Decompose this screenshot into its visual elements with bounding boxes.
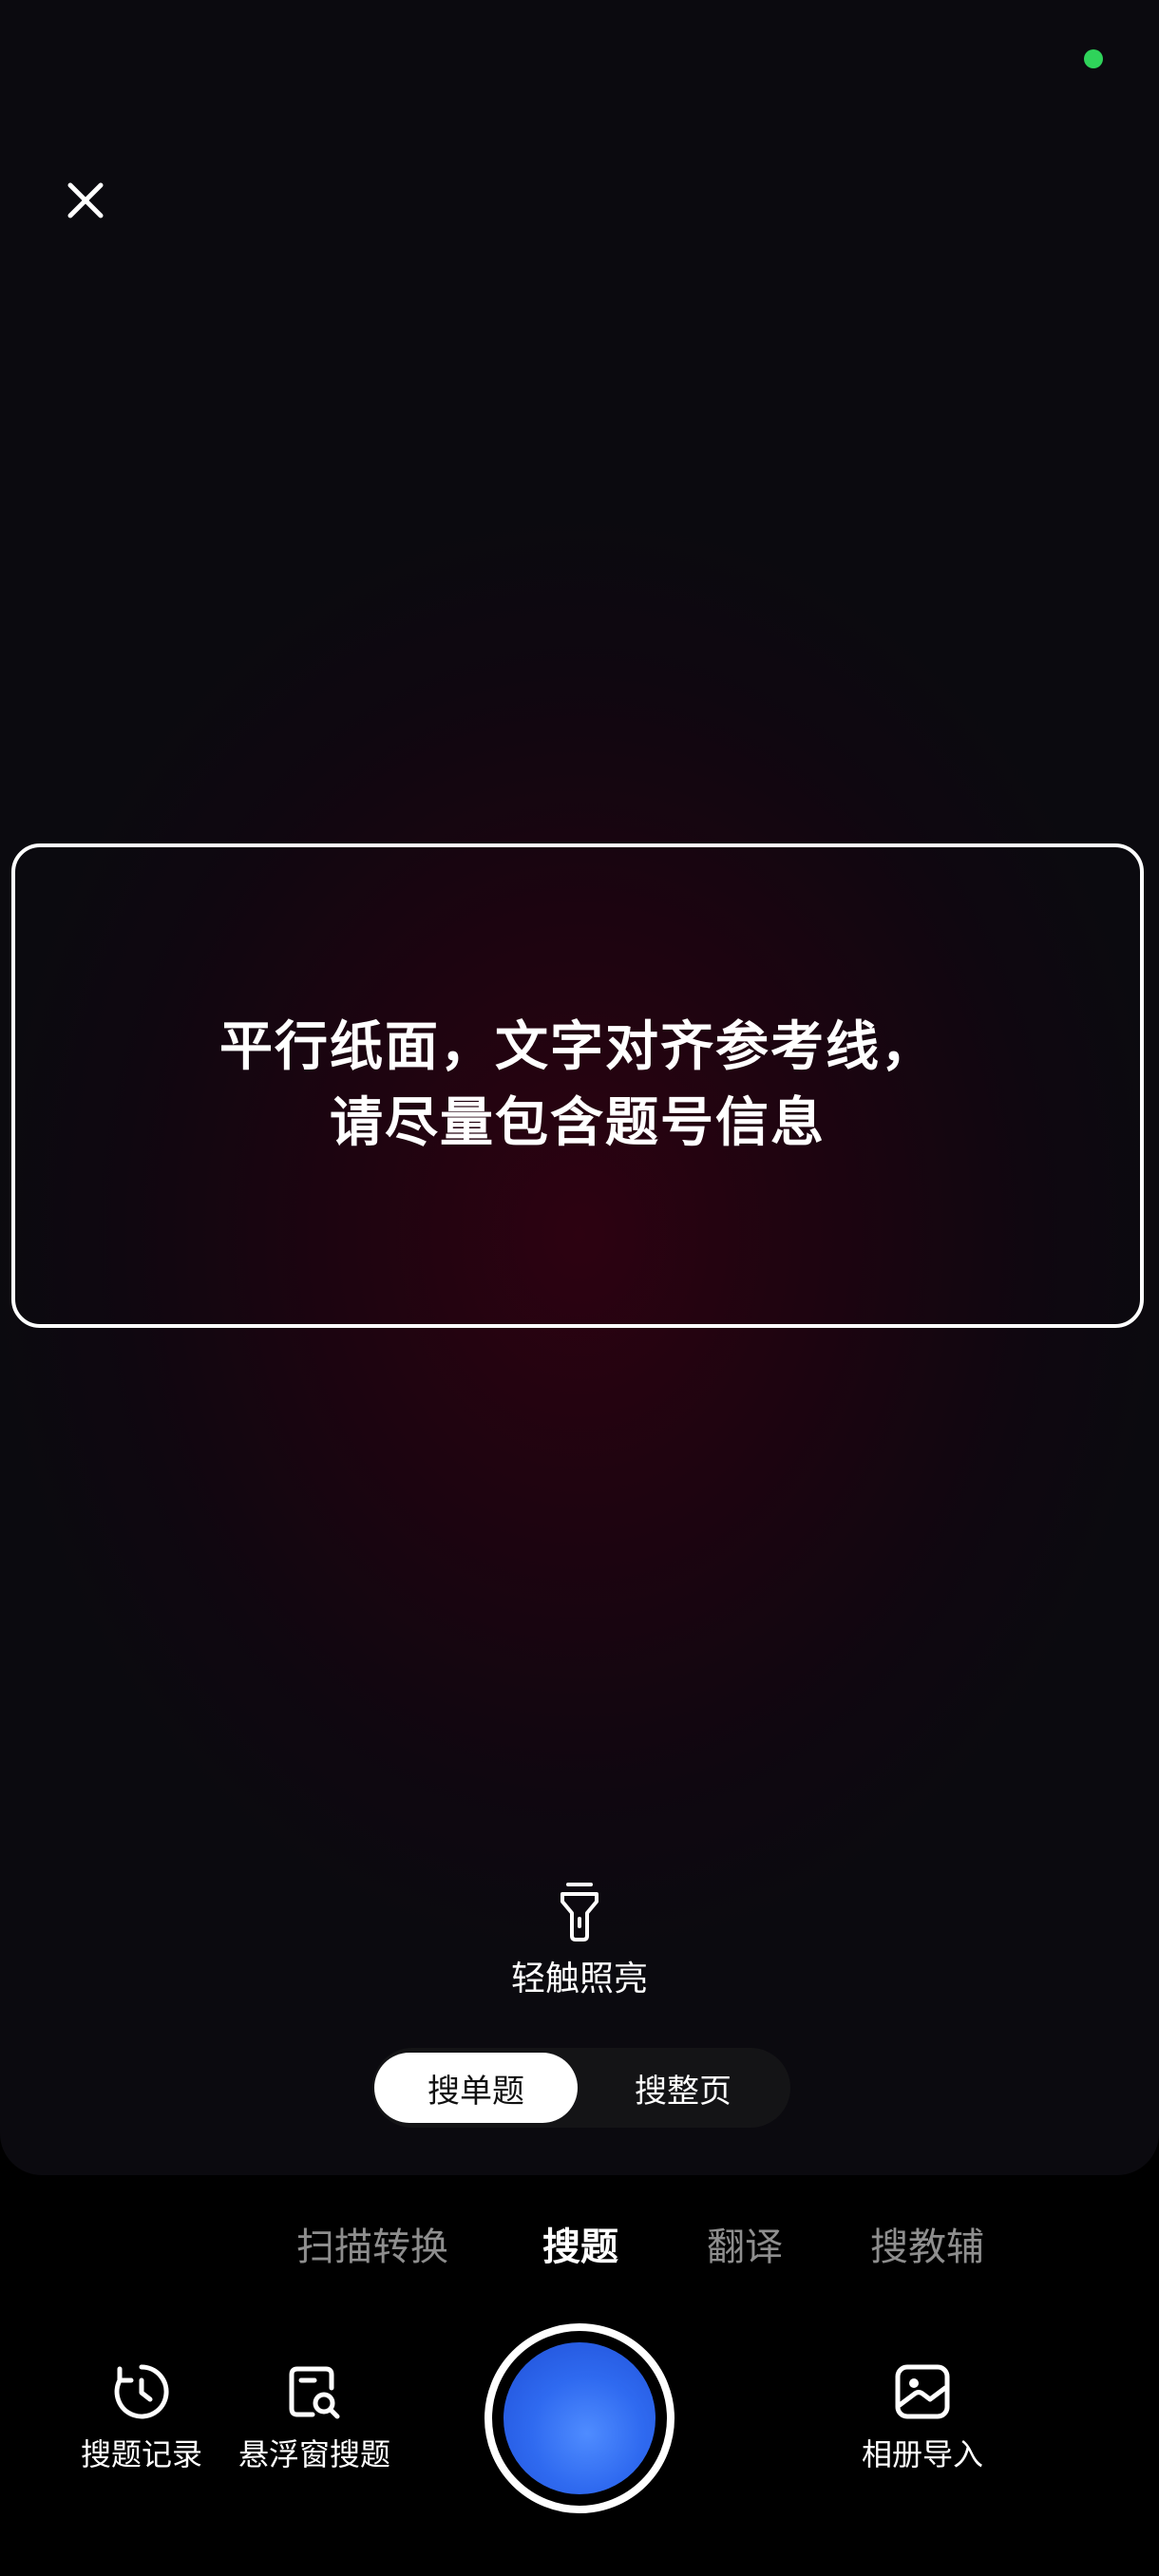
- status-indicator-dot: [1084, 49, 1103, 68]
- search-history-button[interactable]: 搜题记录: [70, 2361, 213, 2473]
- photo-album-icon: [895, 2364, 950, 2419]
- tab-scan-convert[interactable]: 扫描转换: [296, 2219, 448, 2276]
- camera-preview: 平行纸面，文字对齐参考线， 请尽量包含题号信息 轻触照亮 搜单题 搜整页: [0, 0, 1159, 2175]
- search-single-question-option[interactable]: 搜单题: [374, 2053, 578, 2123]
- search-scope-toggle: 搜单题 搜整页: [372, 2048, 790, 2128]
- torch-label: 轻触照亮: [510, 1960, 648, 1998]
- floating-window-search-button[interactable]: 悬浮窗搜题: [234, 2361, 395, 2473]
- album-import-button[interactable]: 相册导入: [851, 2361, 994, 2473]
- album-import-label: 相册导入: [861, 2436, 983, 2472]
- flashlight-icon: [560, 1883, 598, 1941]
- camera-search-screen: 平行纸面，文字对齐参考线， 请尽量包含题号信息 轻触照亮 搜单题 搜整页 扫描转…: [0, 0, 1159, 2576]
- tab-search-textbook-guide[interactable]: 搜教辅: [870, 2219, 984, 2276]
- floating-window-search-label: 悬浮窗搜题: [238, 2436, 390, 2472]
- scan-guide-frame: 平行纸面，文字对齐参考线， 请尽量包含题号信息: [11, 843, 1144, 1328]
- torch-toggle[interactable]: 轻触照亮: [475, 1881, 684, 2000]
- shutter-core: [504, 2342, 656, 2494]
- floating-window-search-icon: [289, 2366, 340, 2419]
- shutter-button[interactable]: [484, 2323, 674, 2513]
- guide-hint-line-2: 请尽量包含题号信息: [330, 1092, 826, 1154]
- close-icon: [67, 182, 104, 218]
- guide-hint-line-1: 平行纸面，文字对齐参考线，: [219, 1016, 936, 1078]
- search-whole-page-option[interactable]: 搜整页: [581, 2053, 785, 2123]
- close-button[interactable]: [49, 164, 122, 237]
- search-history-label: 搜题记录: [80, 2436, 202, 2472]
- history-clock-icon: [114, 2364, 169, 2419]
- tab-translate[interactable]: 翻译: [707, 2219, 783, 2276]
- tab-search-question[interactable]: 搜题: [542, 2219, 618, 2276]
